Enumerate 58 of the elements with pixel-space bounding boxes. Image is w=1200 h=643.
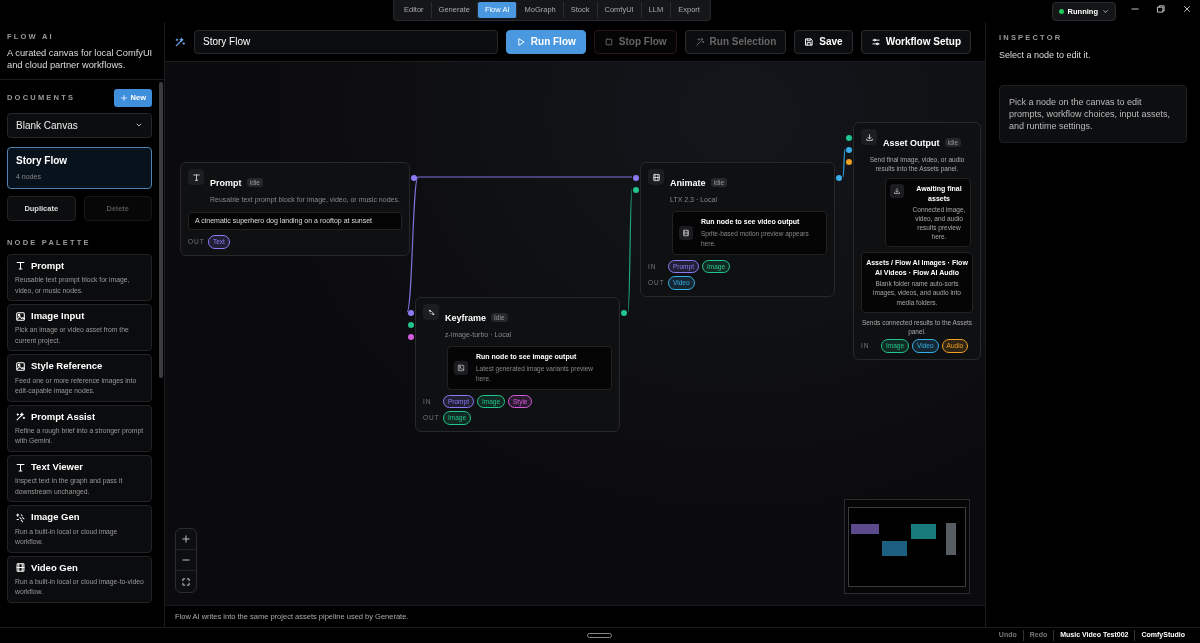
palette-title: Prompt Assist	[31, 409, 96, 424]
image-icon	[454, 360, 468, 375]
minimap-drawing[interactable]	[844, 499, 970, 594]
scrollbar-thumb[interactable]	[159, 82, 164, 379]
save-button[interactable]: Save	[794, 29, 853, 54]
output-port[interactable]	[836, 175, 842, 181]
text-icon	[15, 461, 26, 473]
document-select[interactable]: Blank Canvas	[7, 112, 153, 138]
download-icon	[861, 129, 877, 145]
magic-wand-icon	[15, 411, 26, 423]
inspector-hint: Pick a node on the canvas to edit prompts, workflow choices, input assets, and runtime settings.	[999, 84, 1187, 144]
palette-title: Style Reference	[31, 359, 103, 374]
input-port[interactable]	[846, 159, 852, 165]
input-port[interactable]	[408, 334, 414, 340]
plus-icon	[181, 534, 191, 544]
image-icon	[15, 360, 26, 372]
panel-subtitle: Select a node to edit it.	[999, 49, 1092, 63]
node-title: Asset Output	[883, 138, 940, 148]
text-icon	[188, 169, 204, 185]
setup-button[interactable]: Workflow Setup	[860, 29, 971, 54]
palette-title: Image Input	[31, 309, 85, 324]
output-port[interactable]	[621, 310, 627, 316]
film-icon	[648, 169, 664, 185]
input-port[interactable]	[408, 322, 414, 328]
palette-title: Prompt	[31, 258, 65, 273]
flow-title-field[interactable]: Story Flow	[194, 29, 498, 54]
input-port[interactable]	[408, 310, 414, 316]
image-icon	[15, 310, 26, 322]
section-description: A curated canvas for local ComfyUI and cloud partner workflows.	[7, 48, 154, 72]
node-title: Prompt	[210, 178, 242, 188]
close-icon	[1182, 4, 1192, 14]
caret-icon	[1102, 8, 1109, 16]
node-title: Animate	[670, 178, 706, 188]
film-icon	[15, 562, 26, 574]
magic-wand-icon	[694, 36, 705, 47]
plus-icon	[119, 94, 128, 103]
input-port[interactable]	[846, 147, 852, 153]
input-port[interactable]	[633, 187, 639, 193]
drag-handle[interactable]	[587, 633, 612, 638]
download-icon	[890, 184, 904, 199]
magic-wand-icon	[174, 35, 186, 48]
palette-title: Text Viewer	[31, 459, 83, 474]
restore-icon	[1156, 4, 1166, 14]
output-port[interactable]	[411, 175, 417, 181]
palette-title: Image Gen	[31, 510, 80, 525]
node-title: Keyframe	[445, 313, 487, 323]
text-icon	[15, 260, 26, 272]
play-icon	[515, 36, 526, 47]
save-icon	[804, 36, 815, 47]
input-port[interactable]	[846, 135, 852, 141]
sliders-icon	[870, 36, 881, 47]
connection-line	[842, 148, 846, 178]
palette-title: Video Gen	[31, 560, 78, 575]
input-port[interactable]	[633, 175, 639, 181]
stop-icon	[603, 36, 614, 47]
fit-view-icon	[181, 576, 191, 587]
film-icon	[679, 225, 693, 240]
document-title: Story Flow	[16, 153, 69, 168]
